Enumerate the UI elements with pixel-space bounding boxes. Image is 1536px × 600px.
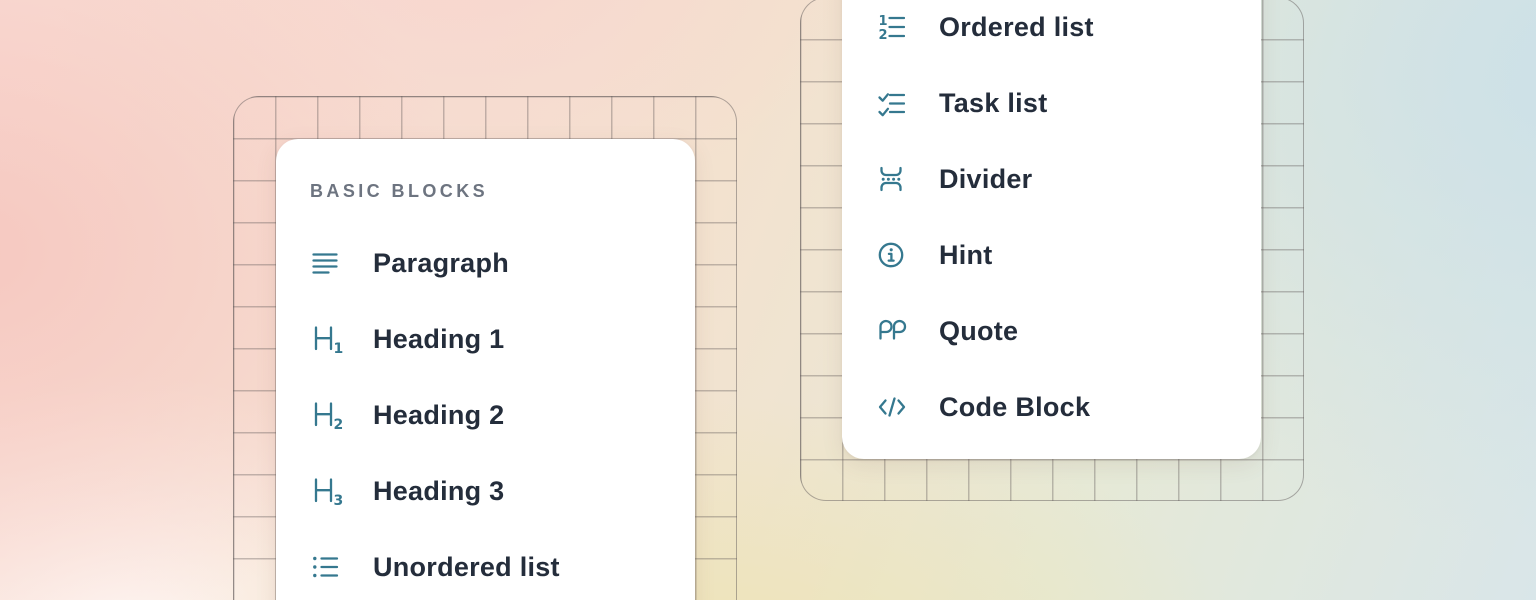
advanced-blocks-items: 12 Ordered list Task list Divider Hint Q… <box>842 0 1261 445</box>
ordered-list-icon: 12 <box>877 12 911 42</box>
advanced-blocks-menu: 12 Ordered list Task list Divider Hint Q… <box>842 0 1261 459</box>
block-menu-illustration: BASIC BLOCKS Paragraph 1 Heading 1 2 Hea… <box>0 0 1536 600</box>
svg-text:1: 1 <box>334 341 344 354</box>
menu-item-quote[interactable]: Quote <box>842 293 1261 369</box>
menu-item-ordered-list[interactable]: 12 Ordered list <box>842 0 1261 65</box>
task-list-icon <box>877 88 911 118</box>
menu-item-heading-2[interactable]: 2 Heading 2 <box>276 377 695 453</box>
heading-3-icon: 3 <box>311 476 345 506</box>
svg-text:2: 2 <box>334 417 344 430</box>
heading-1-icon: 1 <box>311 324 345 354</box>
menu-item-divider[interactable]: Divider <box>842 141 1261 217</box>
basic-blocks-items: Paragraph 1 Heading 1 2 Heading 2 3 Head… <box>276 225 695 600</box>
divider-icon <box>877 164 911 194</box>
menu-item-unordered-list[interactable]: Unordered list <box>276 529 695 600</box>
heading-2-icon: 2 <box>311 400 345 430</box>
code-block-icon <box>877 392 911 422</box>
unordered-list-icon <box>311 552 345 582</box>
menu-item-heading-3[interactable]: 3 Heading 3 <box>276 453 695 529</box>
quote-icon <box>877 316 911 346</box>
menu-item-paragraph[interactable]: Paragraph <box>276 225 695 301</box>
menu-item-heading-1[interactable]: 1 Heading 1 <box>276 301 695 377</box>
hint-icon <box>877 240 911 270</box>
menu-item-code-block[interactable]: Code Block <box>842 369 1261 445</box>
paragraph-icon <box>311 248 345 278</box>
menu-item-task-list[interactable]: Task list <box>842 65 1261 141</box>
basic-blocks-menu: BASIC BLOCKS Paragraph 1 Heading 1 2 Hea… <box>276 139 695 600</box>
svg-text:3: 3 <box>334 493 344 506</box>
svg-text:2: 2 <box>879 28 888 43</box>
menu-section-title: BASIC BLOCKS <box>310 181 695 201</box>
menu-item-hint[interactable]: Hint <box>842 217 1261 293</box>
svg-text:1: 1 <box>879 14 888 29</box>
